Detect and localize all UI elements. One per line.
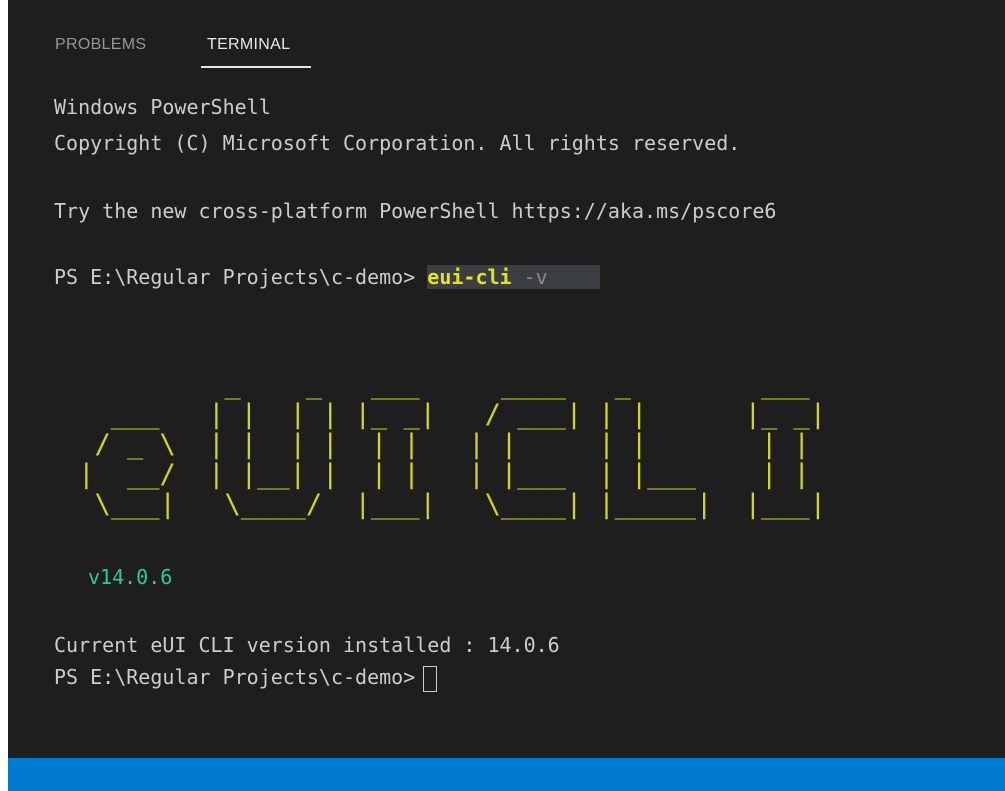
command-arg: -v — [511, 265, 548, 289]
powershell-header-line: Windows PowerShell — [54, 95, 271, 119]
status-bar — [8, 758, 1005, 791]
copyright-line: Copyright (C) Microsoft Corporation. All… — [54, 131, 741, 155]
prompt: PS E:\Regular Projects\c-demo> — [54, 265, 428, 289]
eui-cli-ascii-banner: _ _ ___ ____ _ ___ ___ | | | | |_ _| / _… — [78, 369, 827, 520]
banner-version: v14.0.6 — [88, 565, 173, 589]
prompt: PS E:\Regular Projects\c-demo> — [54, 665, 416, 689]
terminal-output[interactable]: Windows PowerShell Copyright (C) Microso… — [8, 0, 1005, 758]
terminal-panel: PROBLEMS TERMINAL Windows PowerShell Cop… — [8, 0, 1005, 791]
pscore-hint-line: Try the new cross-platform PowerShell ht… — [54, 199, 777, 223]
command-line: PS E:\Regular Projects\c-demo> eui-cli -… — [54, 264, 600, 290]
command-highlight: eui-cli -v — [427, 265, 600, 289]
final-prompt-line: PS E:\Regular Projects\c-demo> — [54, 664, 438, 692]
command-name: eui-cli — [427, 265, 512, 289]
terminal-cursor — [423, 665, 438, 692]
installed-version-line: Current eUI CLI version installed : 14.0… — [54, 633, 560, 657]
